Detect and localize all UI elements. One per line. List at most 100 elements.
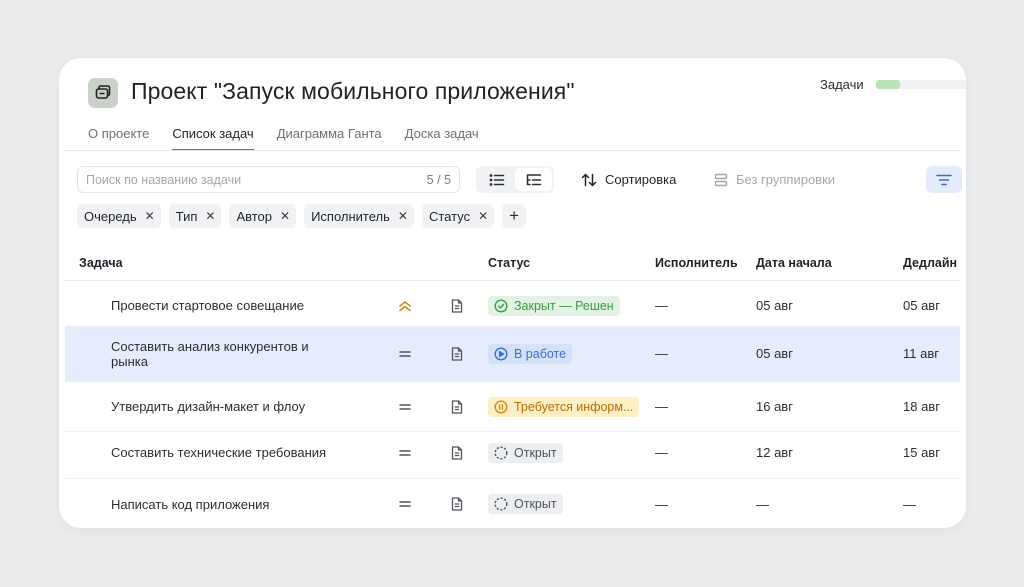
- start-date-value[interactable]: 05 авг: [756, 326, 793, 381]
- filter-chip-author[interactable]: Автор ✕: [229, 204, 297, 228]
- status-badge[interactable]: Открыт: [488, 494, 563, 514]
- normal-priority-icon: [395, 479, 415, 528]
- sort-label: Сортировка: [605, 172, 677, 187]
- tasks-progress-bar: [875, 80, 966, 89]
- open-circle-icon: [494, 497, 508, 511]
- column-header-task[interactable]: Задача: [79, 256, 123, 270]
- status-label: Открыт: [514, 445, 557, 460]
- document-icon[interactable]: [447, 281, 467, 330]
- search-count: 5 / 5: [426, 172, 451, 187]
- table-row[interactable]: Составить технические требования Открыт …: [65, 427, 960, 479]
- close-icon[interactable]: ✕: [205, 209, 215, 223]
- normal-priority-icon: [395, 427, 415, 478]
- deadline-value[interactable]: 15 авг: [903, 427, 940, 478]
- filter-button[interactable]: [926, 166, 962, 193]
- status-label: Закрыт — Решен: [514, 298, 614, 313]
- close-icon[interactable]: ✕: [398, 209, 408, 223]
- filter-chip-assignee[interactable]: Исполнитель ✕: [304, 204, 414, 228]
- plus-icon: +: [509, 206, 520, 225]
- tab-gantt[interactable]: Диаграмма Ганта: [277, 126, 382, 151]
- task-title[interactable]: Составить анализ конкурентов и рынка: [111, 326, 331, 381]
- task-title[interactable]: Утвердить дизайн-макет и флоу: [111, 382, 331, 431]
- document-icon[interactable]: [447, 479, 467, 528]
- filter-chip-status[interactable]: Статус ✕: [421, 204, 495, 228]
- tab-board[interactable]: Доска задач: [405, 126, 479, 151]
- high-priority-icon: [395, 281, 415, 330]
- close-icon[interactable]: ✕: [280, 209, 290, 223]
- filter-chip-label: Очередь: [84, 208, 137, 224]
- document-icon[interactable]: [447, 382, 467, 431]
- table-row[interactable]: Провести стартовое совещание Закрыт — Ре…: [65, 281, 960, 331]
- status-label: В работе: [514, 346, 567, 361]
- status-badge[interactable]: Закрыт — Решен: [488, 295, 620, 316]
- table-row[interactable]: Составить анализ конкурентов и рынка В р…: [65, 326, 960, 382]
- status-badge[interactable]: В работе: [488, 343, 573, 364]
- close-icon[interactable]: ✕: [478, 209, 488, 223]
- start-date-value[interactable]: —: [756, 479, 769, 528]
- filter-icon: [936, 174, 952, 185]
- status-label: Открыт: [514, 497, 557, 511]
- filter-chip-label: Автор: [236, 208, 273, 224]
- tree-list-icon: [526, 173, 541, 185]
- page-title: Проект "Запуск мобильного приложения": [131, 78, 575, 104]
- tabs-divider: [65, 150, 960, 151]
- column-header-deadline[interactable]: Дедлайн: [903, 256, 957, 270]
- grouping-icon: [714, 173, 728, 186]
- column-header-start[interactable]: Дата начала: [756, 256, 832, 270]
- filter-chip-label: Статус: [428, 208, 471, 224]
- table-row[interactable]: Утвердить дизайн-макет и флоу Требуется …: [65, 382, 960, 432]
- task-title[interactable]: Составить технические требования: [111, 427, 331, 478]
- document-icon[interactable]: [447, 326, 467, 381]
- column-header-assignee[interactable]: Исполнитель: [655, 256, 738, 270]
- add-filter-button[interactable]: +: [502, 204, 527, 228]
- list-view-button[interactable]: [478, 168, 515, 191]
- filter-chip-label: Тип: [175, 208, 198, 224]
- status-badge[interactable]: Требуется информ...: [488, 396, 640, 417]
- tasks-progress-fill: [875, 80, 901, 89]
- deadline-value[interactable]: 11 авг: [903, 326, 939, 381]
- start-date-value[interactable]: 16 авг: [756, 382, 793, 431]
- tasks-progress: Задачи: [820, 77, 966, 92]
- document-icon[interactable]: [447, 427, 467, 478]
- deadline-value[interactable]: —: [903, 479, 916, 528]
- start-date-value[interactable]: 12 авг: [756, 427, 793, 478]
- table-row[interactable]: Написать код приложения Открыт — — —: [65, 479, 960, 528]
- grouping-button[interactable]: Без группировки: [714, 166, 835, 193]
- view-switch: [476, 166, 554, 193]
- deadline-value[interactable]: 18 авг: [903, 382, 940, 431]
- assignee-value[interactable]: —: [655, 382, 668, 431]
- tab-about[interactable]: О проекте: [88, 126, 149, 151]
- check-circle-icon: [494, 298, 508, 313]
- close-icon[interactable]: ✕: [145, 209, 155, 223]
- assignee-value[interactable]: —: [655, 479, 668, 528]
- grouping-label: Без группировки: [736, 172, 836, 187]
- task-title[interactable]: Написать код приложения: [111, 479, 331, 528]
- project-icon: [88, 78, 118, 108]
- tree-view-button[interactable]: [515, 168, 552, 191]
- project-tabs: О проекте Список задач Диаграмма Ганта Д…: [88, 126, 479, 151]
- tasks-progress-label: Задачи: [820, 77, 864, 92]
- tab-task-list[interactable]: Список задач: [172, 126, 254, 151]
- deadline-value[interactable]: 05 авг: [903, 281, 940, 330]
- normal-priority-icon: [395, 326, 415, 381]
- assignee-value[interactable]: —: [655, 281, 668, 330]
- list-icon: [489, 173, 504, 186]
- filter-chip-label: Исполнитель: [311, 208, 390, 224]
- search-box: 5 / 5: [77, 166, 460, 193]
- open-circle-icon: [494, 445, 508, 460]
- assignee-value[interactable]: —: [655, 427, 668, 478]
- search-input[interactable]: [86, 172, 386, 187]
- column-header-status[interactable]: Статус: [488, 256, 530, 270]
- sort-icon: [581, 173, 597, 186]
- status-badge[interactable]: Открыт: [488, 442, 563, 463]
- start-date-value[interactable]: 05 авг: [756, 281, 793, 330]
- status-label: Требуется информ...: [514, 399, 634, 414]
- filter-chip-type[interactable]: Тип ✕: [168, 204, 222, 228]
- assignee-value[interactable]: —: [655, 326, 668, 381]
- sort-button[interactable]: Сортировка: [581, 166, 676, 193]
- task-title[interactable]: Провести стартовое совещание: [111, 281, 331, 330]
- pause-circle-icon: [494, 399, 508, 414]
- project-card: Проект "Запуск мобильного приложения" За…: [59, 58, 966, 528]
- filter-chip-queue[interactable]: Очередь ✕: [77, 204, 161, 228]
- normal-priority-icon: [395, 382, 415, 431]
